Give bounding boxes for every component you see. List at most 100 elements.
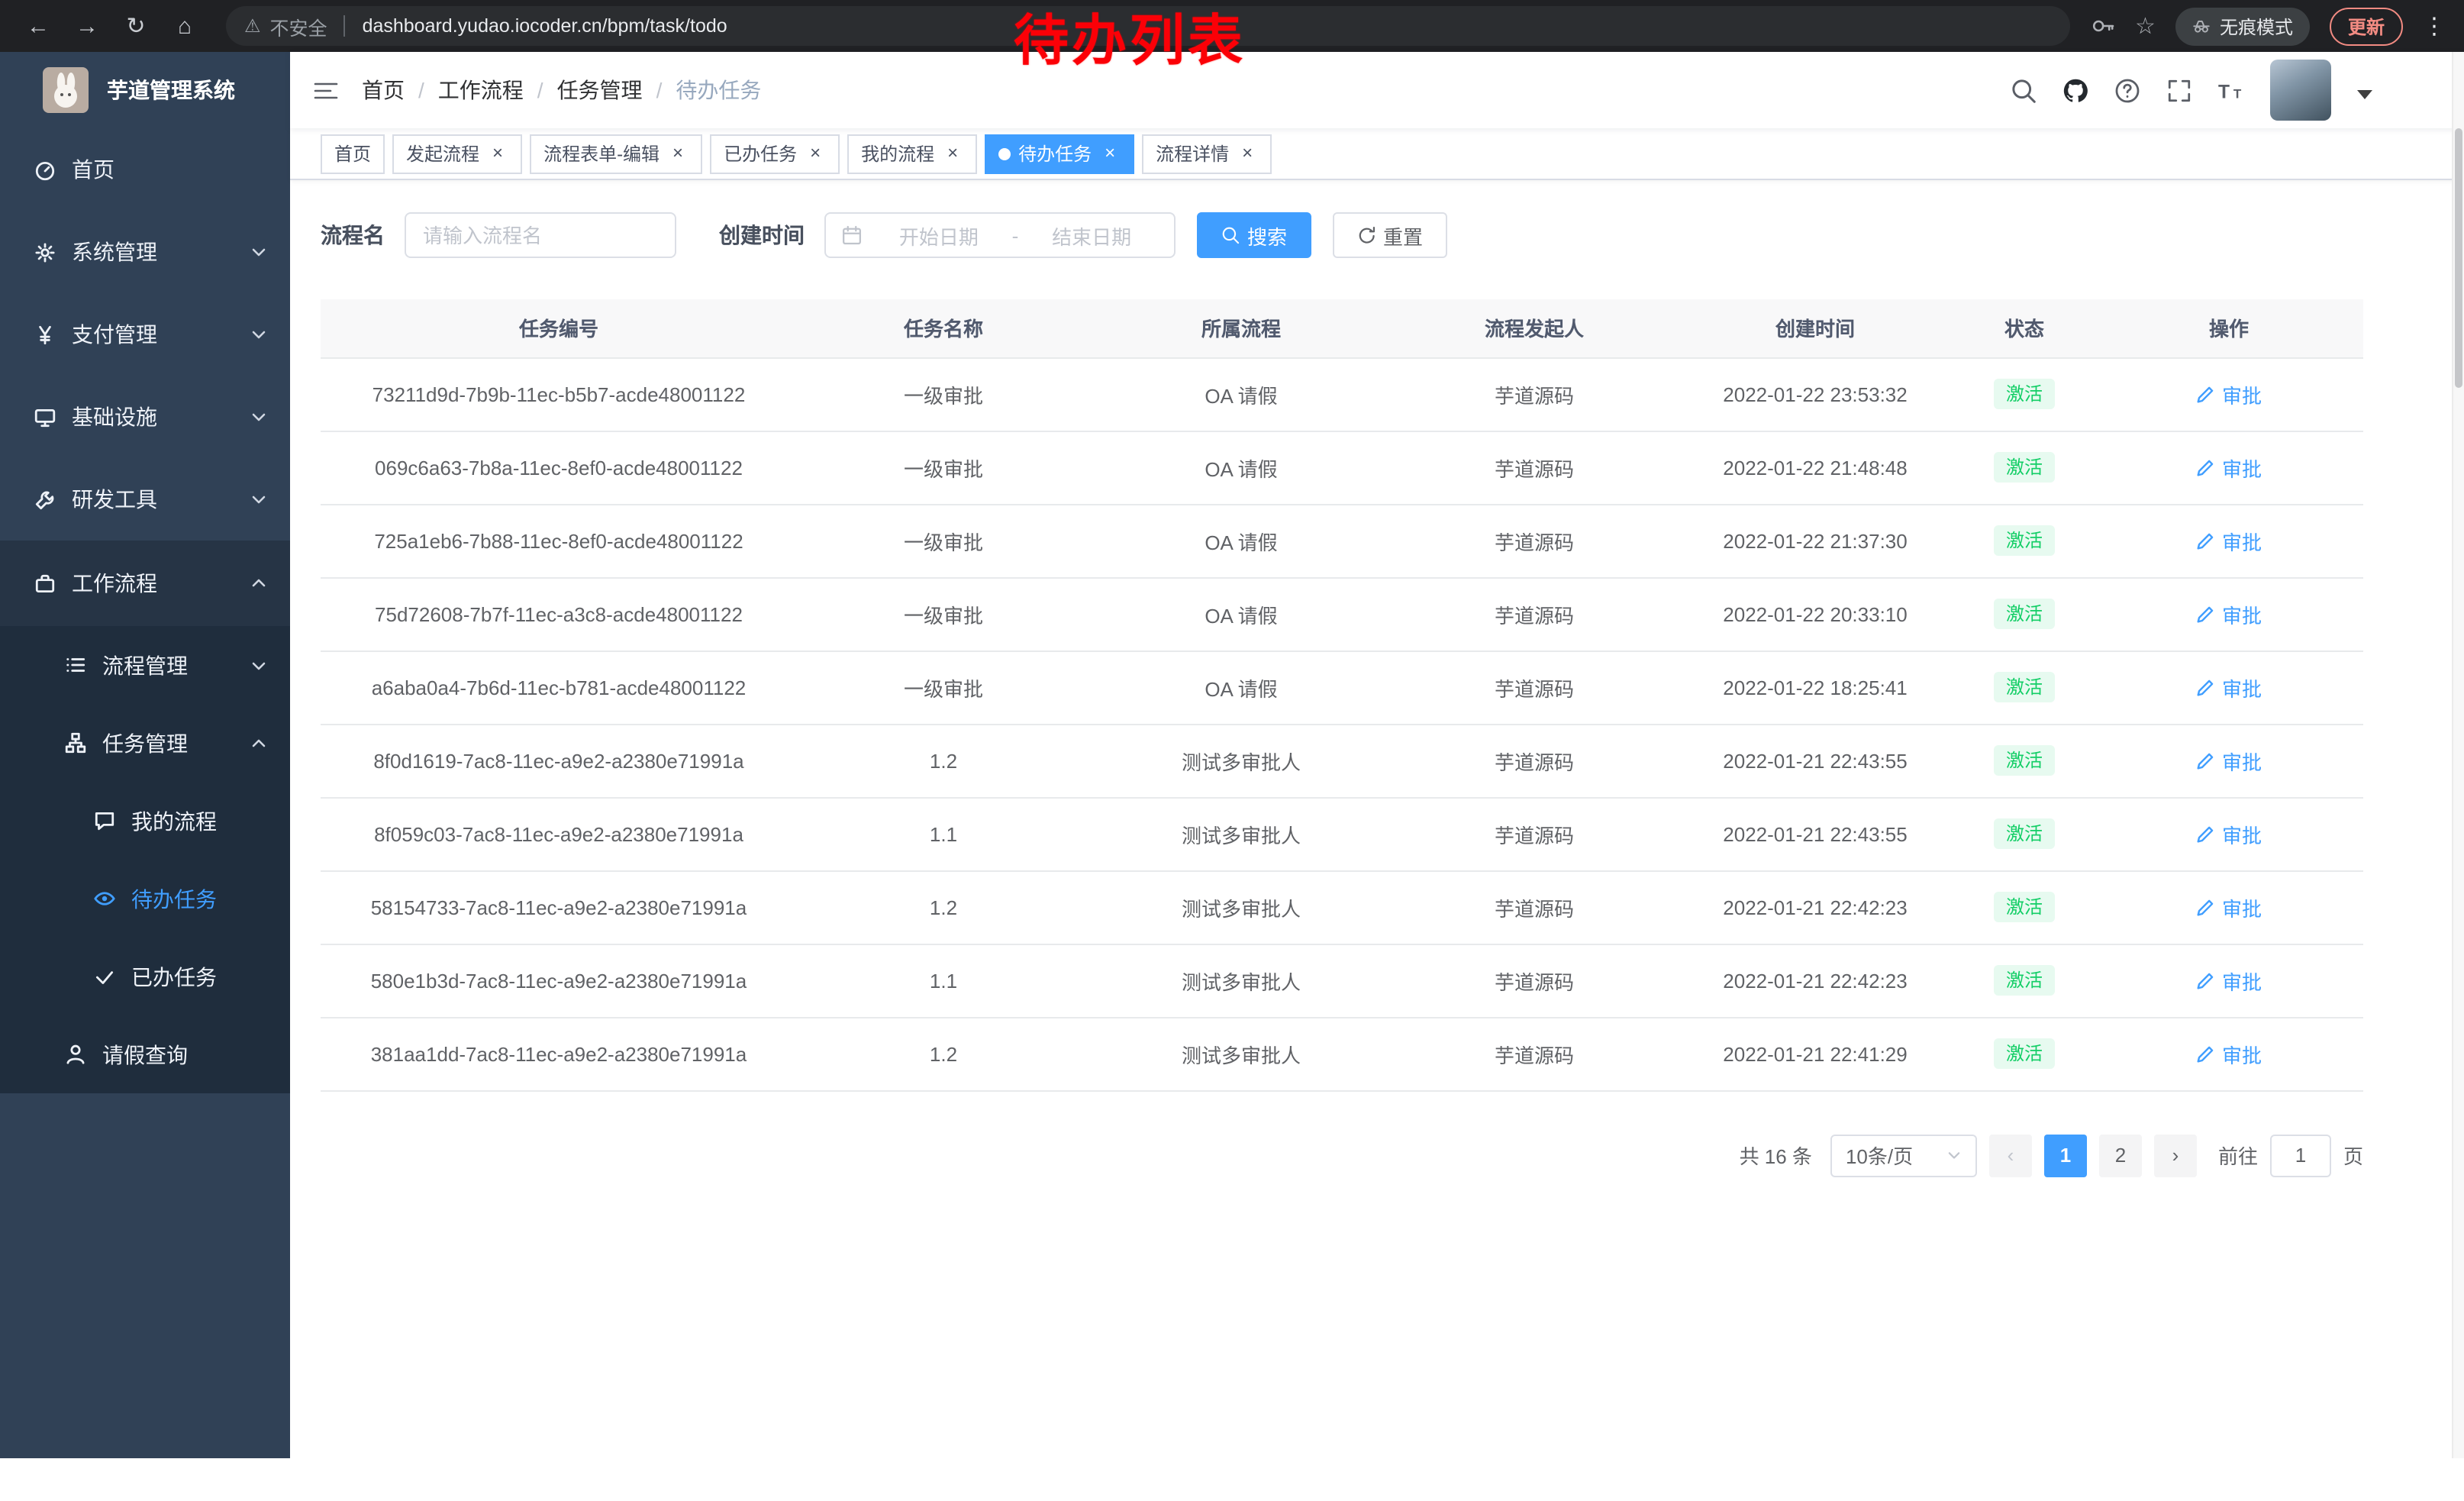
end-date-placeholder: 结束日期 [1024,221,1159,250]
cell-operation: 审批 [2095,870,2363,944]
github-icon[interactable] [2062,77,2088,103]
browser-menu-icon[interactable]: ⋮ [2423,12,2446,40]
sidebar-item-task-mgmt[interactable]: 任务管理 [0,704,290,782]
user-avatar[interactable] [2270,60,2331,121]
sidebar-item-my-processes[interactable]: 我的流程 [0,782,290,860]
next-page-button[interactable]: › [2154,1134,2197,1177]
tab-label: 待办任务 [1018,140,1092,166]
tab-done-tasks[interactable]: 已办任务× [710,134,840,173]
column-header-process: 所属流程 [1090,299,1392,357]
sidebar-item-leave-query[interactable]: 请假查询 [0,1015,290,1093]
password-key-icon[interactable] [2091,14,2115,38]
edit-icon [2196,750,2216,770]
chevron-down-icon [250,411,267,423]
tree-icon [63,731,87,755]
breadcrumb-item[interactable]: 任务管理 [557,75,643,105]
sidebar-item-label: 工作流程 [72,568,157,599]
reset-button[interactable]: 重置 [1333,212,1447,258]
approve-link[interactable]: 审批 [2196,819,2262,848]
sidebar-item-dev-tools[interactable]: 研发工具 [0,458,290,541]
chat-icon [92,809,116,833]
tab-process-detail[interactable]: 流程详情× [1142,134,1272,173]
sidebar-item-label: 待办任务 [131,883,217,914]
cell-status: 激活 [1954,870,2095,944]
page-size-select[interactable]: 10条/页 [1830,1134,1977,1177]
scrollbar-thumb[interactable] [2455,128,2462,388]
approve-link[interactable]: 审批 [2196,746,2262,775]
approve-link[interactable]: 审批 [2196,453,2262,482]
cell-process: OA 请假 [1090,431,1392,504]
cell-initiator: 芋道源码 [1392,504,1676,577]
svg-text:T: T [2218,81,2230,102]
chevron-down-icon [250,659,267,671]
sidebar-toggle-icon[interactable] [290,79,362,102]
approve-link[interactable]: 审批 [2196,526,2262,555]
cell-operation: 审批 [2095,357,2363,431]
cell-created-time: 2022-01-21 22:43:55 [1676,797,1954,870]
process-name-input[interactable] [405,212,676,258]
sidebar-item-todo-tasks[interactable]: 待办任务 [0,860,290,938]
cell-status: 激活 [1954,431,2095,504]
sidebar-item-workflow[interactable]: 工作流程 [0,541,290,626]
close-icon[interactable]: × [487,143,508,164]
tab-todo-tasks[interactable]: 待办任务 × [985,134,1134,173]
todo-table: 任务编号任务名称所属流程流程发起人创建时间状态操作 73211d9d-7b9b-… [321,299,2363,1091]
reload-icon[interactable]: ↻ [116,6,156,46]
page-button-2[interactable]: 2 [2099,1134,2142,1177]
goto-page-input[interactable] [2270,1134,2331,1177]
column-header-created-time: 创建时间 [1676,299,1954,357]
sidebar-item-payment-mgmt[interactable]: 支付管理 [0,293,290,376]
approve-label: 审批 [2222,379,2262,408]
cell-process: OA 请假 [1090,650,1392,724]
sidebar-item-done-tasks[interactable]: 已办任务 [0,938,290,1015]
forward-icon[interactable]: → [67,6,107,46]
bookmark-star-icon[interactable]: ☆ [2135,12,2156,40]
close-icon[interactable]: × [1099,143,1121,164]
close-icon[interactable]: × [942,143,963,164]
approve-link[interactable]: 审批 [2196,379,2262,408]
tab-my-processes[interactable]: 我的流程× [847,134,977,173]
approve-link[interactable]: 审批 [2196,893,2262,922]
vertical-scrollbar[interactable] [2452,52,2464,1458]
approve-link[interactable]: 审批 [2196,1039,2262,1068]
help-icon[interactable] [2114,77,2140,103]
chevron-down-icon [250,328,267,341]
back-icon[interactable]: ← [18,6,58,46]
avatar-dropdown-caret[interactable] [2357,89,2372,106]
tags-view: 首页发起流程×流程表单-编辑×已办任务×我的流程×待办任务×流程详情× [290,128,2464,180]
home-icon[interactable]: ⌂ [165,6,205,46]
app-logo[interactable]: 芋道管理系统 [0,52,290,128]
sidebar-item-process-mgmt[interactable]: 流程管理 [0,626,290,704]
prev-page-button[interactable]: ‹ [1989,1134,2032,1177]
sidebar-item-infrastructure[interactable]: 基础设施 [0,376,290,458]
close-icon[interactable]: × [805,143,826,164]
sidebar-item-system-mgmt[interactable]: 系统管理 [0,211,290,293]
fullscreen-icon[interactable] [2166,77,2192,103]
tab-home[interactable]: 首页 [321,134,385,173]
breadcrumb-item[interactable]: 工作流程 [438,75,524,105]
breadcrumb-item[interactable]: 首页 [362,75,405,105]
cell-initiator: 芋道源码 [1392,357,1676,431]
tab-form-edit[interactable]: 流程表单-编辑× [530,134,702,173]
cell-process: 测试多审批人 [1090,870,1392,944]
total-count: 共 16 条 [1740,1141,1812,1170]
not-secure-warning-icon: ⚠ [244,15,261,37]
reset-label: 重置 [1383,221,1423,250]
approve-link[interactable]: 审批 [2196,599,2262,628]
approve-link[interactable]: 审批 [2196,966,2262,995]
search-icon[interactable] [2011,77,2037,103]
tab-start-process[interactable]: 发起流程× [392,134,522,173]
date-range-picker[interactable]: 开始日期 - 结束日期 [824,212,1176,258]
close-icon[interactable]: × [667,143,689,164]
search-button[interactable]: 搜索 [1197,212,1311,258]
cell-task-id: 75d72608-7b7f-11ec-a3c8-acde48001122 [321,577,797,650]
close-icon[interactable]: × [1237,143,1258,164]
sidebar-item-home[interactable]: 首页 [0,128,290,211]
sidebar-item-label: 流程管理 [102,650,188,680]
cell-process: OA 请假 [1090,577,1392,650]
update-button[interactable]: 更新 [2330,7,2403,45]
font-size-icon[interactable]: TT [2218,77,2244,103]
cell-operation: 审批 [2095,1017,2363,1090]
approve-link[interactable]: 审批 [2196,673,2262,702]
page-button-1[interactable]: 1 [2044,1134,2087,1177]
